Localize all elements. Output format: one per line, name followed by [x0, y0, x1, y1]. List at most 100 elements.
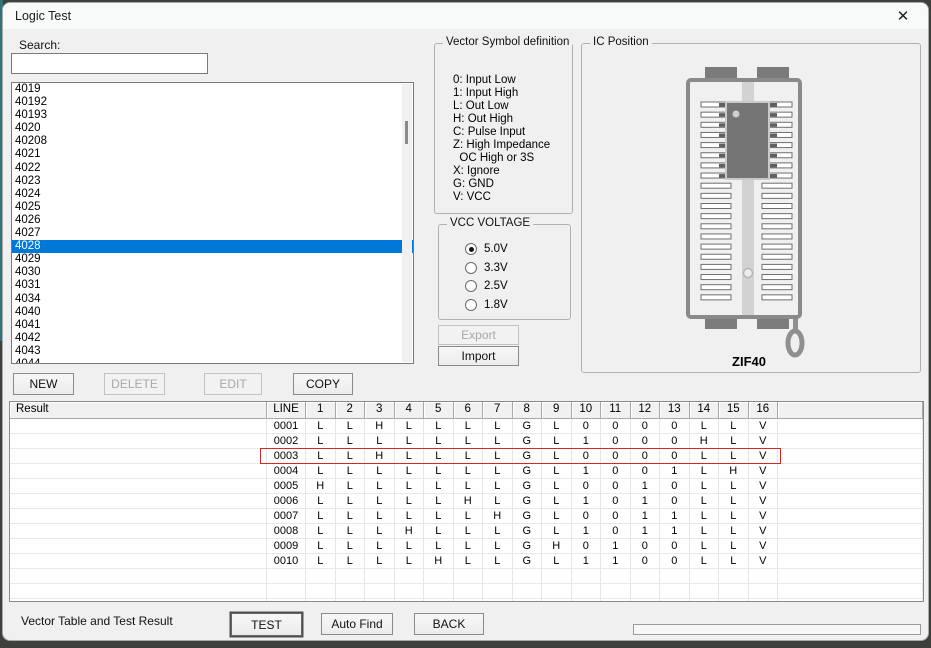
part-list-item[interactable]: 4023: [12, 175, 413, 188]
part-list-item[interactable]: 4024: [12, 188, 413, 201]
table-cell: [424, 599, 454, 602]
table-cell: [336, 569, 366, 584]
table-row[interactable]: 0009LLLLLLLGH0100LLV: [10, 539, 923, 554]
table-cell: [454, 569, 484, 584]
vcc-option-2.5V[interactable]: 2.5V: [465, 280, 508, 292]
part-list-item[interactable]: 4028: [12, 240, 413, 253]
table-cell: [10, 479, 267, 494]
table-row[interactable]: 0005HLLLLLLGL0010LLV: [10, 479, 923, 494]
ic-position-groupbox: IC Position ZIF40: [581, 43, 921, 373]
table-row[interactable]: 0008LLLHLLLGL1011LLV: [10, 524, 923, 539]
part-list-item[interactable]: 4041: [12, 319, 413, 332]
table-row[interactable]: 0002LLLLLLLGL1000HLV: [10, 434, 923, 449]
table-cell: L: [483, 464, 513, 479]
part-list-item[interactable]: 4025: [12, 201, 413, 214]
table-cell: H: [719, 464, 749, 479]
table-cell: 1: [631, 509, 661, 524]
table-cell: [660, 599, 690, 602]
table-cell: 0007: [267, 509, 306, 524]
table-row[interactable]: 0007LLLLLLHGL0011LLV: [10, 509, 923, 524]
new-button[interactable]: NEW: [13, 373, 74, 395]
radio-icon[interactable]: [465, 262, 477, 274]
copy-button[interactable]: COPY: [293, 373, 353, 395]
search-input[interactable]: [11, 53, 208, 74]
table-cell: L: [483, 524, 513, 539]
column-header-2: 2: [336, 402, 366, 419]
table-cell: H: [365, 449, 395, 464]
table-cell: L: [395, 464, 425, 479]
column-header-3: 3: [365, 402, 395, 419]
list-scrollbar-track[interactable]: [402, 84, 412, 362]
table-row[interactable]: [10, 584, 923, 599]
table-row[interactable]: 0001LLHLLLLGL0000LLV: [10, 419, 923, 434]
part-list-item[interactable]: 40208: [12, 135, 413, 148]
vcc-option-3.3V[interactable]: 3.3V: [465, 262, 508, 274]
table-cell: [513, 599, 543, 602]
table-cell: [601, 599, 631, 602]
table-row[interactable]: [10, 569, 923, 584]
part-list-item[interactable]: 4040: [12, 306, 413, 319]
table-cell: 0002: [267, 434, 306, 449]
column-header-line: LINE: [267, 402, 306, 419]
table-cell: G: [513, 479, 543, 494]
part-list-item[interactable]: 4042: [12, 332, 413, 345]
table-cell: [778, 569, 923, 584]
table-cell: 0009: [267, 539, 306, 554]
part-list[interactable]: 4019401924019340204020840214022402340244…: [11, 82, 414, 364]
table-cell: L: [483, 479, 513, 494]
vcc-option-5.0V[interactable]: 5.0V: [465, 243, 508, 255]
column-header-11: 11: [601, 402, 631, 419]
table-cell: 0: [601, 419, 631, 434]
table-cell: L: [365, 509, 395, 524]
part-list-item[interactable]: 4030: [12, 266, 413, 279]
part-list-item[interactable]: 4026: [12, 214, 413, 227]
part-list-item[interactable]: 4021: [12, 148, 413, 161]
test-button[interactable]: TEST: [231, 613, 302, 636]
part-list-item[interactable]: 4044: [12, 358, 413, 364]
table-cell: L: [483, 494, 513, 509]
part-list-item[interactable]: 4029: [12, 253, 413, 266]
part-list-item[interactable]: 4027: [12, 227, 413, 240]
radio-icon[interactable]: [465, 280, 477, 292]
table-row[interactable]: 0003LLHLLLLGL0000LLV: [10, 449, 923, 464]
table-cell: L: [336, 509, 366, 524]
vcc-option-1.8V[interactable]: 1.8V: [465, 299, 508, 311]
table-cell: L: [690, 494, 720, 509]
table-cell: [10, 494, 267, 509]
part-list-item[interactable]: 40193: [12, 109, 413, 122]
vcc-voltage-group-title: VCC VOLTAGE: [447, 217, 533, 229]
table-cell: H: [424, 554, 454, 569]
table-row[interactable]: 0006LLLLLHLGL1010LLV: [10, 494, 923, 509]
table-cell: 0: [601, 479, 631, 494]
table-cell: L: [395, 509, 425, 524]
table-cell: L: [336, 434, 366, 449]
table-row[interactable]: [10, 599, 923, 602]
part-list-item[interactable]: 4031: [12, 279, 413, 292]
table-cell: L: [454, 554, 484, 569]
table-row[interactable]: 0004LLLLLLLGL1001LHV: [10, 464, 923, 479]
table-cell: V: [749, 419, 779, 434]
part-list-item[interactable]: 4043: [12, 345, 413, 358]
part-list-item[interactable]: 4019: [12, 83, 413, 96]
table-cell: L: [424, 449, 454, 464]
close-icon[interactable]: ✕: [893, 7, 913, 27]
back-button[interactable]: BACK: [414, 613, 484, 635]
table-cell: [10, 539, 267, 554]
table-cell: [10, 509, 267, 524]
list-scrollbar-thumb[interactable]: [405, 121, 408, 144]
logic-test-dialog: Logic Test ✕ Search: 4019401924019340204…: [2, 2, 929, 641]
table-cell: [660, 569, 690, 584]
table-cell: 0005: [267, 479, 306, 494]
part-list-item[interactable]: 40192: [12, 96, 413, 109]
table-cell: L: [306, 509, 336, 524]
radio-icon[interactable]: [465, 243, 477, 255]
part-list-item[interactable]: 4022: [12, 162, 413, 175]
auto-find-button[interactable]: Auto Find: [321, 613, 393, 635]
radio-icon[interactable]: [465, 299, 477, 311]
part-list-item[interactable]: 4034: [12, 293, 413, 306]
result-table[interactable]: ResultLINE12345678910111213141516 0001LL…: [9, 401, 924, 602]
table-cell: [690, 584, 720, 599]
import-button[interactable]: Import: [438, 346, 519, 366]
part-list-item[interactable]: 4020: [12, 122, 413, 135]
table-row[interactable]: 0010LLLLHLLGL1100LLV: [10, 554, 923, 569]
